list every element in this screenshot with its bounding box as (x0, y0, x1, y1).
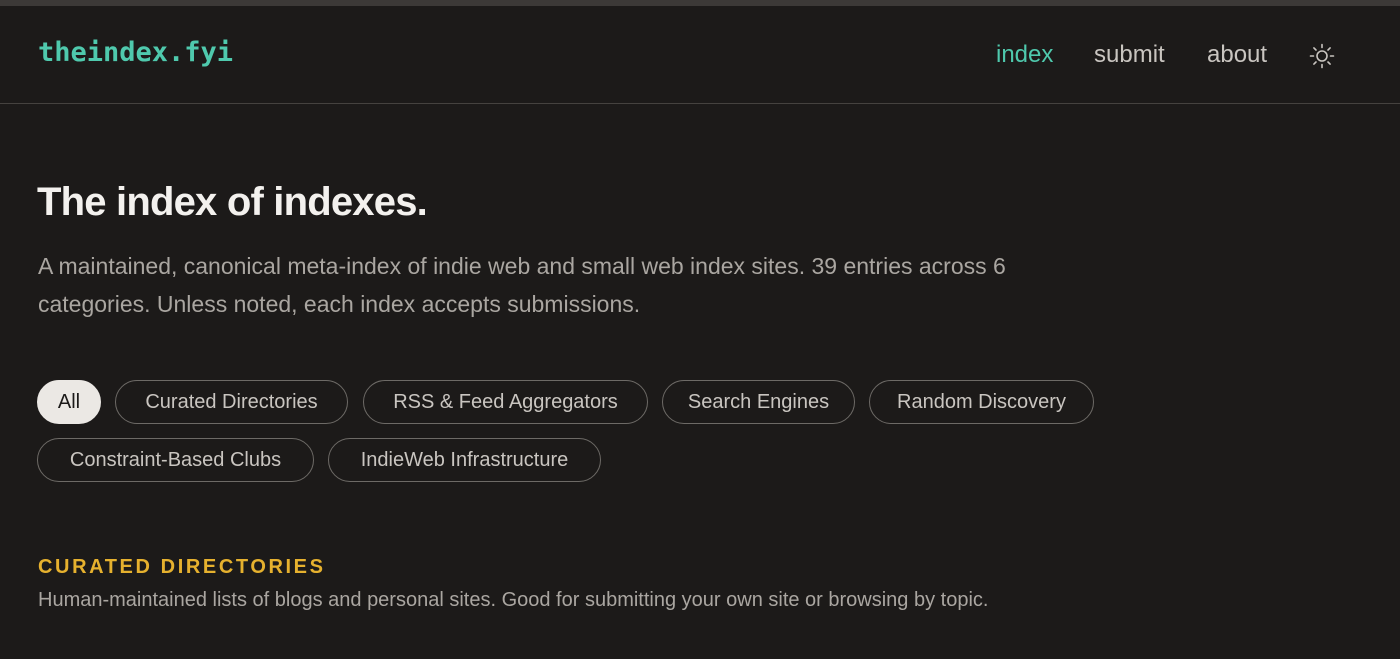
filter-chip-random-discovery[interactable]: Random Discovery (869, 380, 1094, 424)
site-logo[interactable]: theindex.fyi (38, 37, 233, 68)
filter-chip-all[interactable]: All (37, 380, 101, 424)
sun-icon (1309, 43, 1335, 69)
section-heading: CURATED DIRECTORIES (38, 556, 326, 578)
filter-chip-search-engines[interactable]: Search Engines (662, 380, 855, 424)
site-header: theindex.fyi index submit about (0, 6, 1400, 104)
page-description: A maintained, canonical meta-index of in… (38, 253, 1006, 317)
nav-link-about[interactable]: about (1207, 41, 1267, 69)
nav-link-index[interactable]: index (996, 41, 1053, 69)
page-title: The index of indexes. (37, 180, 428, 224)
nav-link-submit[interactable]: submit (1094, 41, 1165, 69)
filter-chip-rss-feed-aggregators[interactable]: RSS & Feed Aggregators (363, 380, 648, 424)
section-description: Human-maintained lists of blogs and pers… (38, 589, 989, 611)
filter-chip-constraint-based-clubs[interactable]: Constraint-Based Clubs (37, 438, 314, 482)
theme-toggle-button[interactable] (1308, 42, 1336, 70)
filter-chip-curated-directories[interactable]: Curated Directories (115, 380, 348, 424)
filter-chip-indieweb-infrastructure[interactable]: IndieWeb Infrastructure (328, 438, 601, 482)
